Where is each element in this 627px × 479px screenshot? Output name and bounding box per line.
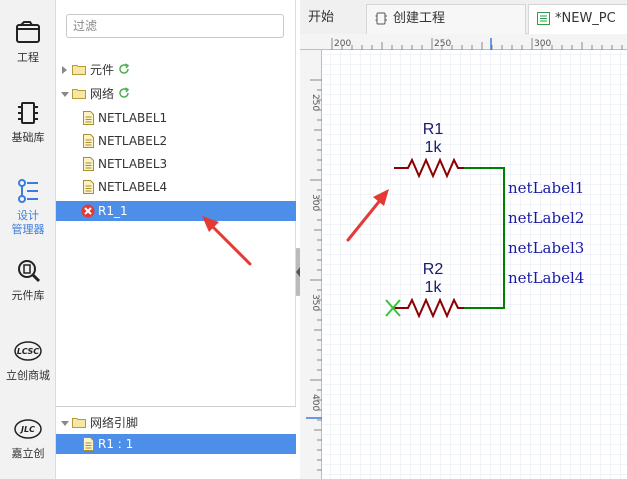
document-icon — [83, 437, 94, 451]
app-window: 工程 基础库 设计 管理器 元件库 LCSC 立创商城 JLC 嘉立创 过滤 元… — [0, 0, 627, 479]
design-manager-panel: 元件 网络 NETLABEL1 NETLABEL2 NETLABEL3 NETL… — [56, 0, 296, 479]
tab-label: *NEW_PC — [555, 11, 616, 26]
schematic-tab-icon — [537, 12, 550, 25]
rail-item-project[interactable]: 工程 — [0, 18, 56, 65]
refresh-icon[interactable] — [118, 87, 130, 99]
project-folder-icon — [16, 21, 40, 43]
rail-item-basic-library[interactable]: 基础库 — [0, 98, 56, 145]
folder-icon — [72, 65, 86, 75]
filter-input[interactable] — [66, 14, 284, 38]
tab-start[interactable]: 开始 — [300, 4, 366, 34]
document-icon — [83, 157, 94, 171]
schematic-svg[interactable]: 200 250 300 250 300 350 400 R1 1k R2 1k … — [300, 34, 627, 479]
r2-value: 1k — [425, 279, 443, 296]
document-icon — [83, 134, 94, 148]
rail-label: 立创商城 — [6, 369, 50, 382]
tab-schematic[interactable]: *NEW_PC — [528, 4, 627, 34]
rail-label: 管理器 — [11, 223, 45, 236]
design-manager-icon — [18, 179, 38, 203]
lcsc-logo-icon: LCSC — [14, 341, 42, 361]
tree-item-netlabel[interactable]: NETLABEL3 — [56, 154, 296, 174]
tree-label: R1 : 1 — [98, 437, 134, 451]
rail-item-lcsc-mall[interactable]: LCSC 立创商城 — [0, 336, 56, 383]
tree-folder-net-pins[interactable]: 网络引脚 — [56, 413, 296, 433]
rail-item-component-library[interactable]: 元件库 — [0, 256, 56, 303]
tree-item-netlabel[interactable]: NETLABEL1 — [56, 108, 296, 128]
rail-label: 工程 — [17, 51, 39, 64]
tree-item-netlabel[interactable]: NETLABEL4 — [56, 177, 296, 197]
document-icon — [83, 111, 94, 125]
component-search-icon — [18, 260, 41, 283]
tree-label: 网络引脚 — [90, 416, 139, 430]
tree-folder-components[interactable]: 元件 — [56, 60, 296, 80]
tree-item-net-pin-selected[interactable]: R1 : 1 — [56, 434, 296, 454]
svg-text:LCSC: LCSC — [17, 347, 39, 356]
rail-label: 元件库 — [11, 289, 45, 302]
tree-label: NETLABEL2 — [98, 134, 168, 148]
svg-text:JLC: JLC — [19, 425, 35, 434]
jlc-logo-icon: JLC — [14, 419, 42, 439]
tree-item-error-selected[interactable]: R1_1 — [56, 201, 296, 221]
tree-label: 元件 — [90, 63, 115, 77]
tree-folder-nets[interactable]: 网络 — [56, 84, 296, 104]
ruler-tick-label: 400 — [310, 394, 320, 411]
ruler-tick-label: 350 — [310, 294, 320, 311]
rail-label: 设计 — [17, 209, 39, 222]
net-label[interactable]: netLabel1 — [508, 179, 584, 197]
folder-icon — [72, 89, 86, 99]
rail-item-design-manager[interactable]: 设计 管理器 — [0, 176, 56, 237]
tree-label: NETLABEL1 — [98, 111, 168, 125]
folder-icon — [72, 418, 86, 428]
net-pins-panel: 网络引脚 R1 : 1 — [56, 407, 296, 479]
rail-label: 嘉立创 — [11, 447, 45, 460]
net-label[interactable]: netLabel3 — [508, 239, 584, 257]
refresh-icon[interactable] — [118, 63, 130, 75]
ruler-tick-label: 200 — [334, 39, 351, 49]
ruler-tick-label: 300 — [310, 194, 320, 211]
tree-label: 网络 — [90, 87, 115, 101]
chip-icon — [18, 102, 38, 124]
canvas-grid — [322, 50, 627, 479]
document-icon — [83, 180, 94, 194]
tab-create-project[interactable]: 创建工程 — [366, 4, 526, 34]
ruler-tick-label: 250 — [310, 94, 320, 111]
tree-item-netlabel[interactable]: NETLABEL2 — [56, 131, 296, 151]
schematic-canvas[interactable]: 200 250 300 250 300 350 400 R1 1k R2 1k … — [300, 34, 627, 479]
r2-designator: R2 — [423, 261, 444, 278]
left-ruler — [300, 50, 322, 479]
left-nav-rail: 工程 基础库 设计 管理器 元件库 LCSC 立创商城 JLC 嘉立创 — [0, 0, 56, 479]
tab-label: 创建工程 — [393, 11, 446, 26]
expand-arrow-icon[interactable] — [62, 66, 67, 74]
ruler-tick-label: 300 — [534, 39, 551, 49]
r1-designator: R1 — [423, 121, 444, 138]
project-tab-icon — [375, 12, 387, 25]
collapse-arrow-icon[interactable] — [61, 92, 69, 97]
collapse-arrow-icon[interactable] — [61, 421, 69, 426]
document-tab-bar: 开始 创建工程 *NEW_PC — [300, 0, 627, 34]
net-label[interactable]: netLabel2 — [508, 209, 584, 227]
net-label[interactable]: netLabel4 — [508, 269, 584, 287]
ruler-tick-label: 250 — [434, 39, 451, 49]
tree-label: NETLABEL3 — [98, 157, 168, 171]
r1-value: 1k — [425, 139, 443, 156]
rail-item-jlc[interactable]: JLC 嘉立创 — [0, 414, 56, 461]
error-icon — [81, 204, 95, 218]
tree-label: R1_1 — [98, 204, 128, 218]
rail-label: 基础库 — [11, 131, 45, 144]
tab-label: 开始 — [308, 10, 335, 25]
tree-label: NETLABEL4 — [98, 180, 168, 194]
